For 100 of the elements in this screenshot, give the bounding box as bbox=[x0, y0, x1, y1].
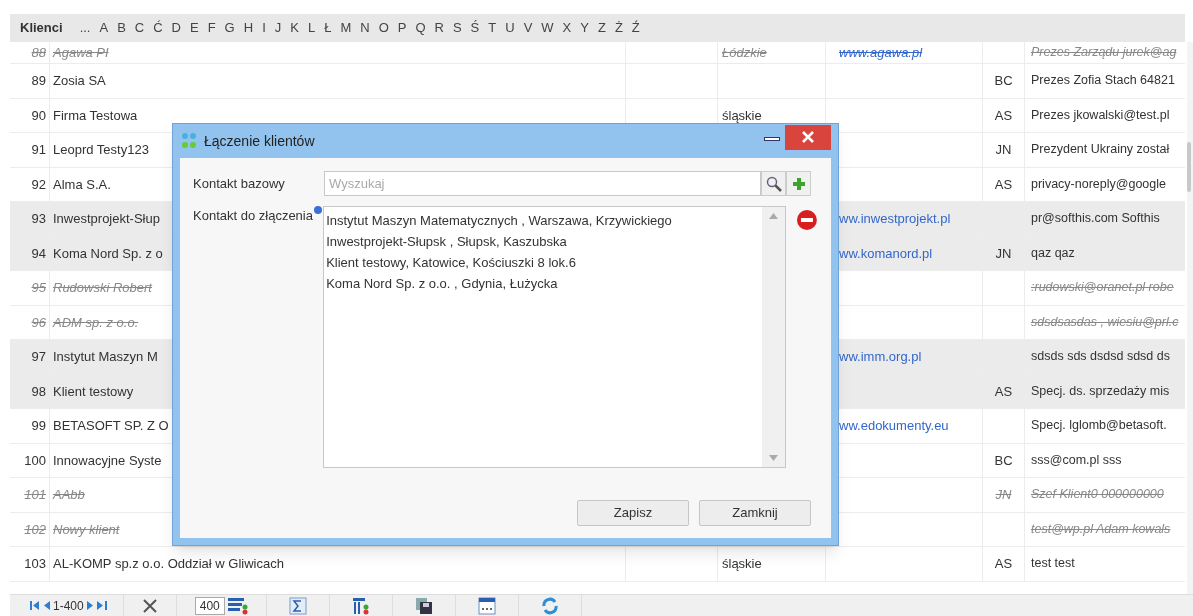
table-row[interactable]: 88 Agawa PI Łódzkie www.agawa.pl Prezes Zarządu jurek@ag bbox=[10, 42, 1185, 64]
letter-link[interactable]: A bbox=[99, 18, 109, 38]
letter-link[interactable]: X bbox=[562, 18, 572, 38]
rows-list-icon[interactable] bbox=[227, 596, 248, 615]
dialog-button[interactable]: Zamknij bbox=[699, 500, 811, 526]
dialog-button[interactable]: Zapisz bbox=[577, 500, 689, 526]
row-number: 98 bbox=[31, 382, 46, 401]
search-field[interactable]: Wyszukaj bbox=[324, 171, 761, 196]
search-button[interactable] bbox=[761, 171, 786, 196]
sum-icon[interactable] bbox=[288, 596, 307, 615]
page-size-field[interactable]: 400 bbox=[194, 596, 225, 615]
description-text: sss@com.pl sss bbox=[1031, 451, 1122, 469]
row-number: 103 bbox=[24, 555, 46, 573]
section-title: Klienci bbox=[20, 19, 63, 38]
letter-link[interactable]: T bbox=[488, 18, 497, 38]
table-row[interactable]: 89 Zosia SA BC Prezes Zofia Stach 64821 bbox=[10, 64, 1185, 99]
next-page-icon[interactable] bbox=[86, 600, 94, 611]
list-item[interactable]: Koma Nord Sp. z o.o. , Gdynia, Łużycka bbox=[326, 273, 763, 294]
letter-link[interactable]: I bbox=[262, 18, 266, 38]
letter-link[interactable]: C bbox=[134, 18, 145, 38]
letter-link[interactable]: B bbox=[117, 18, 126, 38]
region-text: śląskie bbox=[722, 106, 762, 125]
client-name: Instytut Maszyn M bbox=[53, 348, 158, 366]
client-name: BETASOFT SP. Z O bbox=[53, 417, 169, 435]
initials-text: AS bbox=[994, 555, 1013, 573]
letter-link[interactable]: Q bbox=[415, 18, 426, 38]
letter-link[interactable]: O bbox=[378, 18, 389, 38]
letter-link[interactable]: Ć bbox=[153, 18, 163, 38]
initials-text: AS bbox=[994, 175, 1013, 194]
website-link[interactable]: www.agawa.pl bbox=[839, 42, 923, 63]
table-row[interactable]: 103 AL-KOMP sp.z o.o. Oddział w Gliwicach śląskie AS test test bbox=[10, 547, 1185, 582]
close-button[interactable] bbox=[785, 124, 831, 150]
description-text: test test bbox=[1031, 555, 1075, 573]
letter-link[interactable]: M bbox=[340, 18, 352, 38]
description-text: test@wp.pl Adam kowals bbox=[1031, 520, 1171, 538]
list-item[interactable]: Klient testowy, Katowice, Kościuszki 8 lok.6 bbox=[326, 252, 763, 273]
add-button[interactable] bbox=[786, 171, 811, 196]
letter-link[interactable]: J bbox=[274, 18, 282, 38]
letter-link[interactable]: P bbox=[397, 18, 407, 38]
letter-link[interactable]: N bbox=[360, 18, 370, 38]
client-name: Agawa PI bbox=[53, 43, 109, 62]
letter-link[interactable]: S bbox=[452, 18, 462, 38]
client-name: Nowy klient bbox=[53, 520, 120, 539]
letter-link[interactable]: D bbox=[171, 18, 181, 38]
letter-link[interactable]: Z bbox=[597, 18, 606, 38]
close-icon bbox=[801, 131, 815, 143]
letter-link[interactable]: E bbox=[190, 18, 199, 38]
client-name: Innowacyjne Syste bbox=[53, 451, 162, 470]
letter-link[interactable]: H bbox=[243, 18, 254, 38]
description-text: Szef Klient0 000000000 bbox=[1031, 486, 1164, 504]
list-item[interactable]: Instytut Maszyn Matematycznych , Warszawa, Krzywickiego bbox=[326, 210, 763, 231]
website-link[interactable]: ww.komanord.pl bbox=[839, 243, 933, 263]
letter-link[interactable]: ... bbox=[79, 18, 91, 38]
row-number: 95 bbox=[31, 279, 46, 297]
letter-link[interactable]: L bbox=[307, 18, 316, 38]
search-icon bbox=[765, 175, 782, 192]
letter-link[interactable]: K bbox=[290, 18, 299, 38]
region-text: Łódzkie bbox=[722, 43, 767, 62]
client-name: Inwestprojekt-Słup bbox=[53, 210, 160, 228]
save-icon[interactable] bbox=[414, 596, 433, 615]
website-link[interactable]: ww.imm.org.pl bbox=[839, 347, 922, 367]
columns-icon[interactable] bbox=[351, 596, 370, 615]
initials-text: BC bbox=[994, 451, 1013, 470]
letter-link[interactable]: W bbox=[541, 18, 554, 38]
description-text: sdsdsasdas , wiesiu@prl.c bbox=[1031, 313, 1179, 331]
description-text: sdsds sds dsdsd sdsd ds bbox=[1031, 348, 1170, 366]
initials-text: AS bbox=[994, 382, 1013, 401]
website-link[interactable]: ww.edokumenty.eu bbox=[839, 416, 949, 436]
initials-text: BC bbox=[994, 72, 1013, 90]
website-link[interactable]: ww.inwestprojekt.pl bbox=[839, 209, 951, 229]
letter-link[interactable]: Ł bbox=[324, 18, 332, 38]
remove-icon[interactable] bbox=[796, 209, 818, 231]
page-range: 1-400 bbox=[53, 597, 84, 615]
letter-link[interactable]: G bbox=[224, 18, 235, 38]
letter-link[interactable]: Ż bbox=[614, 18, 623, 38]
row-number: 102 bbox=[24, 520, 46, 539]
last-page-icon[interactable] bbox=[96, 600, 107, 611]
row-number: 88 bbox=[31, 43, 46, 62]
description-text: privacy-noreply@google bbox=[1031, 175, 1166, 193]
row-number: 90 bbox=[31, 106, 46, 125]
merge-list[interactable]: Instytut Maszyn Matematycznych , Warszawa, Krzywickiego Inwestprojekt-Słupsk , Słupsk, Kaszubska Klient testowy, Katowice, Kościuszki 8 lok.6 Koma Nord Sp. z o.o. , Gdynia, Łużycka bbox=[323, 206, 787, 468]
previous-page-icon[interactable] bbox=[43, 600, 50, 611]
plus-icon bbox=[791, 176, 806, 191]
calendar-table-icon[interactable] bbox=[477, 596, 496, 615]
letter-link[interactable]: Ź bbox=[631, 18, 640, 38]
letter-link[interactable]: F bbox=[207, 18, 216, 38]
letter-link[interactable]: V bbox=[523, 18, 533, 38]
letter-link[interactable]: R bbox=[434, 18, 444, 38]
description-text: pr@softhis.com Softhis bbox=[1031, 210, 1160, 228]
refresh-icon[interactable] bbox=[540, 596, 559, 615]
initials-text: JN bbox=[995, 486, 1012, 504]
first-page-icon[interactable] bbox=[30, 600, 40, 611]
dialog-title: Łączenie klientów bbox=[204, 131, 315, 151]
scrollbar-drawing[interactable] bbox=[1187, 42, 1193, 594]
letter-link[interactable]: U bbox=[505, 18, 515, 38]
description-text: Prezes Zarządu jurek@ag bbox=[1031, 44, 1177, 62]
initials-text: JN bbox=[995, 244, 1012, 263]
letter-link[interactable]: Y bbox=[580, 18, 589, 38]
row-number: 101 bbox=[24, 486, 46, 504]
letter-link[interactable]: Ś bbox=[470, 18, 480, 38]
